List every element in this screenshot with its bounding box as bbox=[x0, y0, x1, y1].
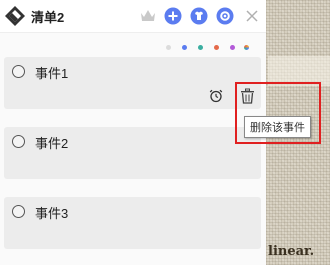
event-card[interactable]: 事件1 bbox=[4, 57, 261, 109]
complete-checkbox[interactable] bbox=[12, 65, 25, 78]
event-label: 事件1 bbox=[35, 66, 69, 81]
app-panel: 清单2 事件1 事件2 事件3 bbox=[0, 0, 266, 265]
complete-checkbox[interactable] bbox=[12, 135, 25, 148]
background-text: linear. bbox=[268, 244, 315, 259]
event-card[interactable]: 事件3 bbox=[4, 197, 261, 249]
event-card[interactable]: 事件2 bbox=[4, 127, 261, 179]
color-dot[interactable] bbox=[182, 45, 187, 50]
list-title: 清单2 bbox=[31, 10, 65, 25]
event-label: 事件2 bbox=[35, 136, 69, 151]
app-logo-icon bbox=[5, 6, 25, 26]
title-bar: 清单2 bbox=[0, 0, 266, 33]
color-dot[interactable] bbox=[166, 45, 171, 50]
close-icon[interactable] bbox=[243, 7, 261, 25]
delete-tooltip: 删除该事件 bbox=[244, 116, 311, 138]
add-icon[interactable] bbox=[164, 7, 182, 25]
gear-icon[interactable] bbox=[216, 7, 234, 25]
crown-icon[interactable] bbox=[139, 7, 157, 25]
color-dot[interactable] bbox=[198, 45, 203, 50]
shirt-icon[interactable] bbox=[190, 7, 208, 25]
complete-checkbox[interactable] bbox=[12, 205, 25, 218]
alarm-icon[interactable] bbox=[209, 89, 223, 103]
color-dot[interactable] bbox=[214, 45, 219, 50]
color-dot[interactable] bbox=[230, 45, 235, 50]
color-dot[interactable] bbox=[244, 45, 249, 50]
event-label: 事件3 bbox=[35, 206, 69, 221]
